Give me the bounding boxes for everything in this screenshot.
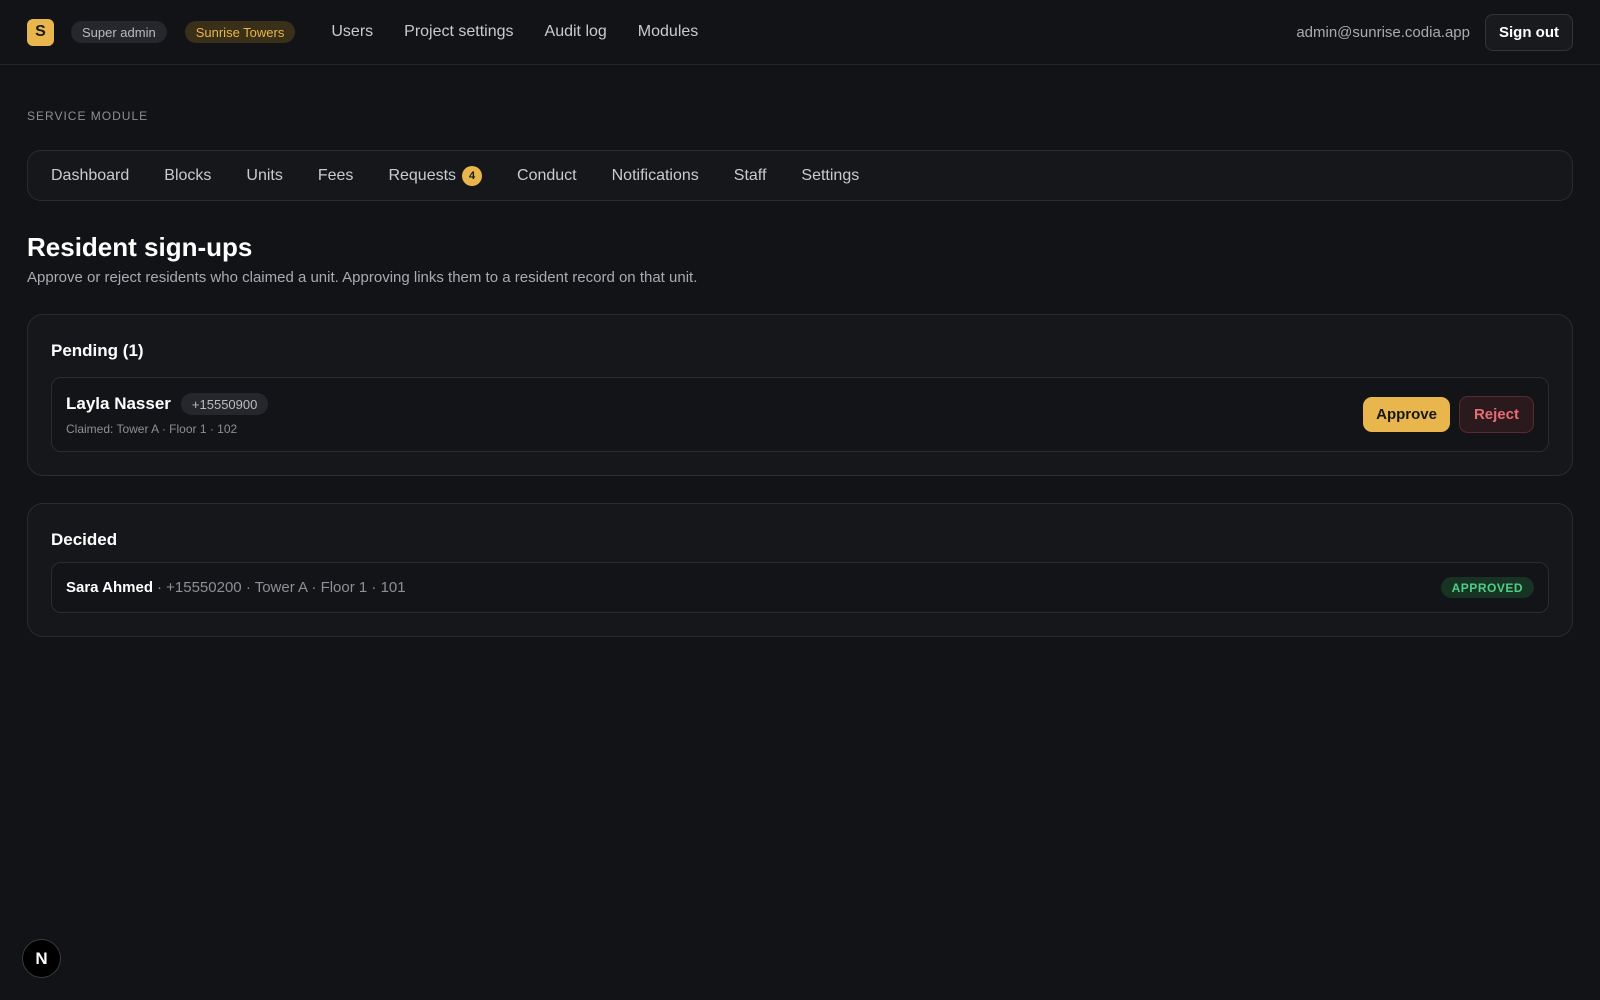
tab-dashboard[interactable]: Dashboard <box>51 167 129 185</box>
decided-row: Sara Ahmed · +15550200 · Tower A · Floor… <box>51 562 1549 613</box>
status-badge: APPROVED <box>1440 577 1534 598</box>
pending-row: Layla Nasser +15550900 Claimed: Tower A … <box>51 377 1549 452</box>
pending-person: Layla Nasser +15550900 Claimed: Tower A … <box>66 393 269 436</box>
pending-name: Layla Nasser <box>66 394 171 413</box>
pending-card: Pending (1) Layla Nasser +15550900 Claim… <box>27 314 1573 476</box>
phone-badge: +15550900 <box>180 393 269 415</box>
main-content: Service module Dashboard Blocks Units Fe… <box>0 109 1600 637</box>
nav-audit-log[interactable]: Audit log <box>545 23 607 41</box>
decided-meta: · +15550200 · Tower A · Floor 1 · 101 <box>156 579 406 596</box>
requests-count-badge: 4 <box>462 165 483 186</box>
sign-out-button[interactable]: Sign out <box>1485 13 1573 51</box>
role-badge: Super admin <box>71 21 167 43</box>
module-eyebrow: Service module <box>27 109 149 123</box>
tab-settings[interactable]: Settings <box>801 167 859 185</box>
top-nav: Users Project settings Audit log Modules <box>331 23 698 41</box>
pending-title: Pending (1) <box>51 341 144 360</box>
app-logo[interactable]: S <box>27 18 54 46</box>
page-title: Resident sign-ups <box>27 232 253 262</box>
nav-project-settings[interactable]: Project settings <box>404 23 513 41</box>
nav-modules[interactable]: Modules <box>638 23 698 41</box>
tab-staff[interactable]: Staff <box>734 167 767 185</box>
reject-button[interactable]: Reject <box>1458 396 1534 433</box>
decided-title: Decided <box>51 530 118 549</box>
page-subtitle: Approve or reject residents who claimed … <box>27 269 698 286</box>
tab-requests[interactable]: Requests 4 <box>388 165 483 186</box>
claimed-unit: Claimed: Tower A · Floor 1 · 102 <box>66 422 238 436</box>
module-tabs: Dashboard Blocks Units Fees Requests 4 C… <box>27 150 1573 201</box>
tab-fees[interactable]: Fees <box>318 167 354 185</box>
approve-button[interactable]: Approve <box>1363 397 1450 432</box>
decided-card: Decided Sara Ahmed · +15550200 · Tower A… <box>27 503 1573 637</box>
top-bar: S Super admin Sunrise Towers Users Proje… <box>0 0 1600 65</box>
project-badge: Sunrise Towers <box>184 21 296 43</box>
tab-notifications[interactable]: Notifications <box>612 167 699 185</box>
tab-blocks[interactable]: Blocks <box>164 167 211 185</box>
dev-tools-button[interactable]: N <box>22 939 61 978</box>
decided-name: Sara Ahmed <box>66 579 153 596</box>
nav-users[interactable]: Users <box>331 23 373 41</box>
user-email: admin@sunrise.codia.app <box>1296 23 1470 41</box>
tab-units[interactable]: Units <box>246 167 282 185</box>
tab-conduct[interactable]: Conduct <box>517 167 577 185</box>
